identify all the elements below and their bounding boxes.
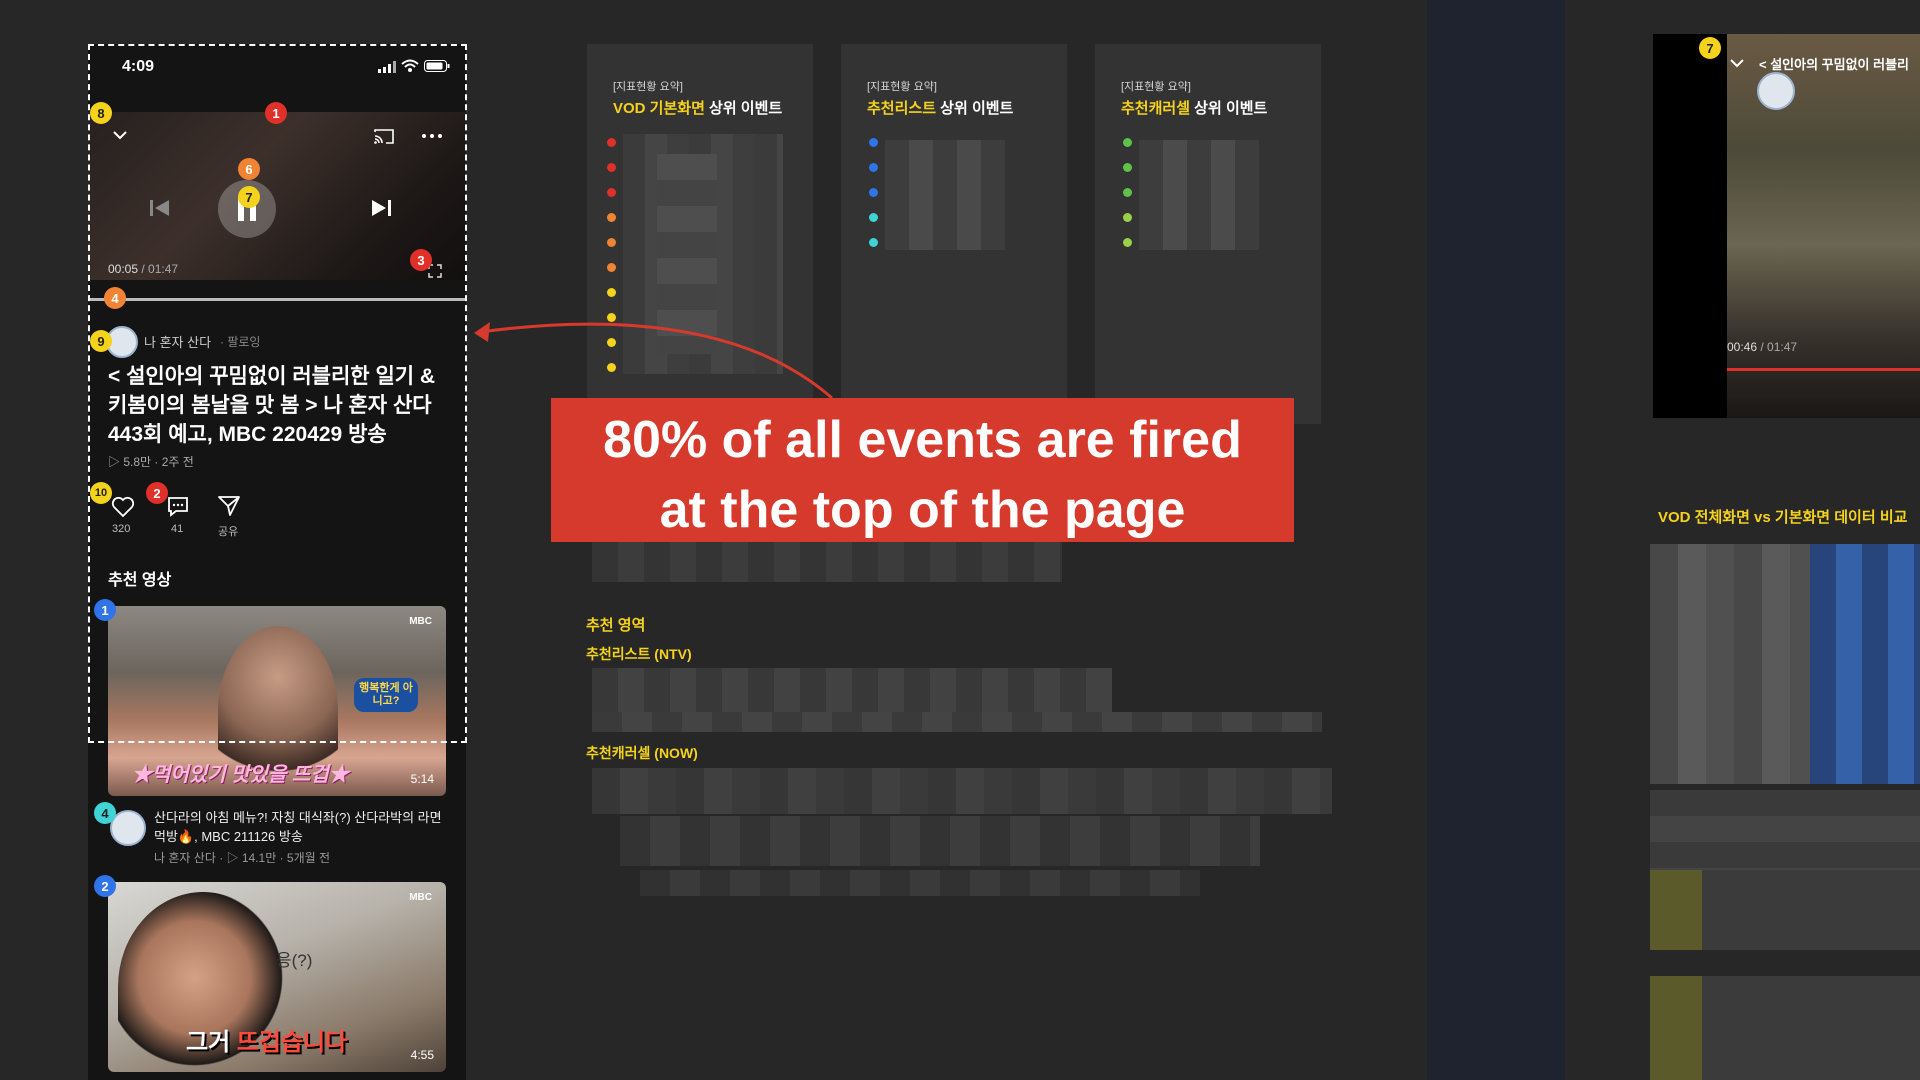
callout-line-2: at the top of the page [659,481,1186,539]
event-dot [1123,188,1132,197]
rec2-caption-b: 뜨겁습니다 [236,1029,348,1056]
marker-rec-2: 2 [94,875,116,897]
card-title-highlight: 추천캐러셀 [1121,100,1191,117]
event-dot [607,188,616,197]
event-dot [869,163,878,172]
marker-rec-1: 1 [94,599,116,621]
event-dot [869,188,878,197]
rec-item-meta: 나 혼자 산다 · ▷ 14.1만 · 5개월 전 [154,851,331,865]
rec-thumbnail-2[interactable]: MBC 응(?) 그거 뜨겁습니다 4:55 [108,882,446,1072]
divider-column [1427,0,1565,1080]
event-dot [869,138,878,147]
event-dot [607,263,616,272]
rec2-logo: MBC [409,892,432,903]
marker-10: 10 [90,482,112,504]
event-dot [607,163,616,172]
card-title-highlight: 추천리스트 [867,100,937,117]
card-caption: [지표현황 요약] [867,81,937,93]
card-title: 추천리스트 상위 이벤트 [867,97,1013,118]
rec2-subtitle: 응(?) [276,951,313,970]
callout-arrow [474,322,833,400]
marker-7: 7 [238,186,260,208]
right-chevron-icon[interactable] [1729,58,1745,68]
card-title-rest: 상위 이벤트 [1190,100,1268,117]
callout-box: 80% of all events are fired at the top o… [551,398,1294,542]
compare-rows-olive [1650,870,1920,950]
summary-card-now: [지표현황 요약] 추천캐러셀 상위 이벤트 [1095,44,1321,424]
rec1-duration: 5:14 [410,772,434,786]
event-dot [607,238,616,247]
marker-6: 6 [238,158,260,180]
marker-4-progress: 4 [104,287,126,309]
rec-item-title[interactable]: 산다라의 아침 메뉴?! 자칭 대식좌(?) 산다라박의 라면 먹방🔥, MBC… [154,808,454,846]
marker-3: 3 [410,249,432,271]
summary-card-ntv: [지표현황 요약] 추천리스트 상위 이벤트 [841,44,1067,424]
compare-data-pixelated [1650,544,1920,784]
rec1-caption: ★먹어있기 맛있을 뜨겁★ [132,764,349,786]
marker-1-top: 1 [265,102,287,124]
pixelated-ntv-data [592,668,1112,712]
compare-rows-pixelated [1650,790,1920,870]
right-channel-avatar [1757,72,1795,110]
card-title: VOD 기본화면 상위 이벤트 [613,97,782,118]
card-caption: [지표현황 요약] [1121,81,1191,93]
dashed-selection-frame [88,44,467,743]
event-dot [1123,163,1132,172]
pixelated-ntv-data-2 [592,712,1322,732]
right-progress-track [1727,368,1920,371]
compare-heading: VOD 전체화면 vs 기본화면 데이터 비교 [1658,509,1908,526]
rec2-caption-a: 그거 [186,1029,231,1056]
pixelated-row [592,538,1062,582]
rec2-caption: 그거 뜨겁습니다 [186,1022,347,1057]
rec2-duration: 4:55 [410,1048,434,1062]
event-dot [869,213,878,222]
section-ntv: 추천리스트 (NTV) [586,646,692,662]
marker-2: 2 [146,482,168,504]
right-video-image [1727,34,1920,418]
marker-8: 8 [90,102,112,124]
pixelated-block [885,140,1005,250]
event-dot [1123,213,1132,222]
event-dot [869,238,878,247]
callout-line-1: 80% of all events are fired [603,411,1242,469]
card-title-rest: 상위 이벤트 [704,100,783,117]
right-video-time: 00:46 / 01:47 [1727,340,1797,354]
compare-rows-olive-2 [1650,976,1920,1080]
card-caption: [지표현황 요약] [613,81,683,93]
event-dot [607,138,616,147]
card-title: 추천캐러셀 상위 이벤트 [1121,97,1267,118]
right-video-title: < 설인아의 꾸밈없이 러블리 [1759,57,1909,72]
pixelated-now-data [592,768,1332,814]
pixelated-now-data-3 [640,870,1200,896]
right-video-frame: 7 < 설인아의 꾸밈없이 러블리 00:46 / 01:47 [1653,34,1920,418]
event-dot [1123,238,1132,247]
event-dot [607,213,616,222]
right-time-elapsed: 00:46 [1727,340,1758,354]
right-time-total: 01:47 [1767,340,1798,354]
card-title-rest: 상위 이벤트 [936,100,1014,117]
section-now: 추천캐러셀 (NOW) [586,745,698,761]
pixelated-now-data-2 [620,816,1260,866]
marker-right-7: 7 [1699,37,1721,59]
section-rec-area: 추천 영역 [586,617,646,634]
marker-9: 9 [90,330,112,352]
compare-highlight-column [1810,544,1920,784]
card-title-highlight: VOD 기본화면 [613,100,705,117]
pixelated-block [1139,140,1259,250]
marker-rec-4: 4 [94,802,116,824]
event-dot [1123,138,1132,147]
